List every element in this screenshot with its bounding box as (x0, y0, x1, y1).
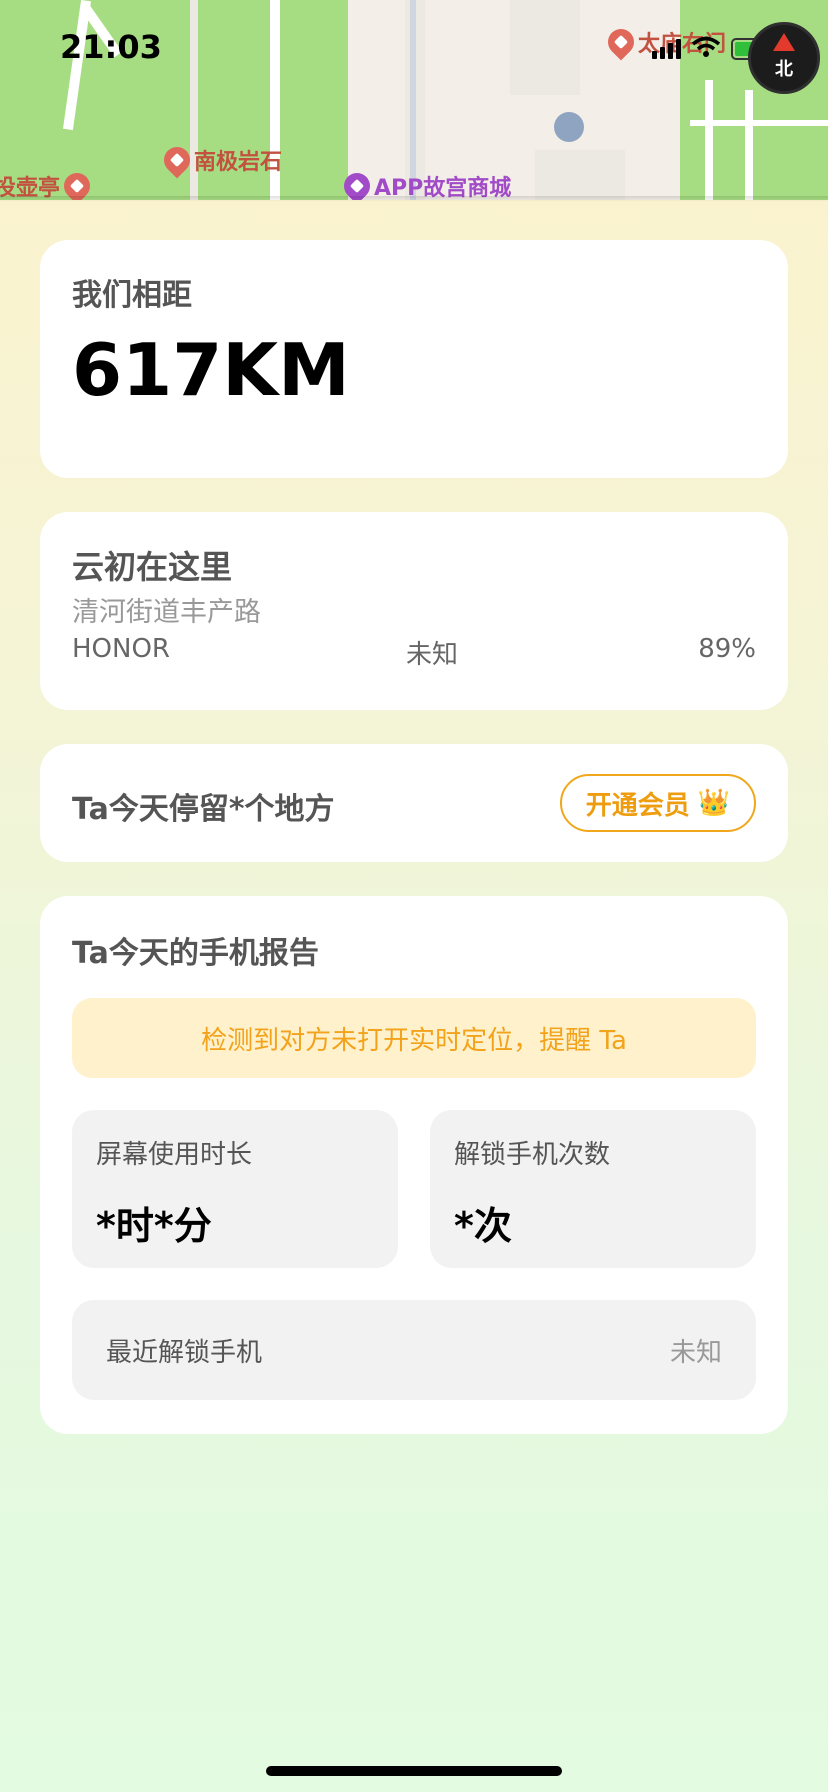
map-pin-icon (602, 23, 640, 61)
unlock-count-label: 解锁手机次数 (454, 1140, 611, 1170)
report-title: Ta今天的手机报告 (72, 936, 319, 971)
compass-north-label: 北 (775, 59, 793, 80)
crown-icon: 👑 (697, 788, 731, 818)
restroom-pin-icon[interactable] (554, 112, 584, 142)
device-name: HONOR (72, 634, 170, 664)
distance-label: 我们相距 (72, 278, 192, 313)
places-count-text: Ta今天停留*个地方 (72, 792, 335, 827)
map-view[interactable]: 南极岩石 APP故宫商城 太庙右门 投壶亭 21:03 北 (0, 0, 828, 200)
wifi-icon (691, 36, 721, 62)
vip-button-label: 开通会员 (585, 790, 690, 821)
map-building (535, 150, 625, 200)
compass-icon[interactable]: 北 (748, 22, 820, 94)
poi-label: 南极岩石 (194, 150, 283, 175)
status-time: 21:03 (60, 28, 162, 66)
location-card[interactable]: 云初在这里 清河街道丰产路 HONOR 未知 89% (40, 512, 788, 710)
unlock-count-value: *次 (454, 1204, 512, 1248)
map-road (745, 90, 753, 200)
map-road (690, 120, 828, 126)
screen-time-label: 屏幕使用时长 (96, 1140, 253, 1170)
map-building (510, 0, 580, 95)
location-address: 清河街道丰产路 (72, 597, 261, 628)
last-unlock-row: 最近解锁手机 未知 (72, 1300, 756, 1400)
last-unlock-label: 最近解锁手机 (106, 1337, 263, 1368)
map-road (705, 80, 713, 200)
remind-banner[interactable]: 检测到对方未打开实时定位，提醒 Ta (72, 998, 756, 1078)
map-poi[interactable]: 南极岩石 (158, 141, 283, 179)
home-indicator[interactable] (266, 1766, 562, 1776)
distance-value: 617KM (72, 328, 350, 412)
cellular-signal-icon (652, 39, 681, 59)
last-unlock-value: 未知 (669, 1337, 722, 1368)
screen-time-tile: 屏幕使用时长 *时*分 (72, 1110, 398, 1268)
network-status: 未知 (406, 640, 459, 670)
vip-button[interactable]: 开通会员 👑 (560, 774, 756, 832)
places-card: Ta今天停留*个地方 开通会员 👑 (40, 744, 788, 862)
battery-level: 89% (698, 634, 756, 664)
unlock-count-tile: 解锁手机次数 *次 (430, 1110, 756, 1268)
location-title: 云初在这里 (72, 548, 233, 586)
distance-card: 我们相距 617KM (40, 240, 788, 478)
phone-report-card: Ta今天的手机报告 检测到对方未打开实时定位，提醒 Ta 屏幕使用时长 *时*分… (40, 896, 788, 1434)
map-divider (0, 196, 828, 202)
remind-banner-text: 检测到对方未打开实时定位，提醒 Ta (201, 1025, 627, 1056)
map-pin-icon (158, 141, 196, 179)
screen-time-value: *时*分 (96, 1204, 212, 1248)
